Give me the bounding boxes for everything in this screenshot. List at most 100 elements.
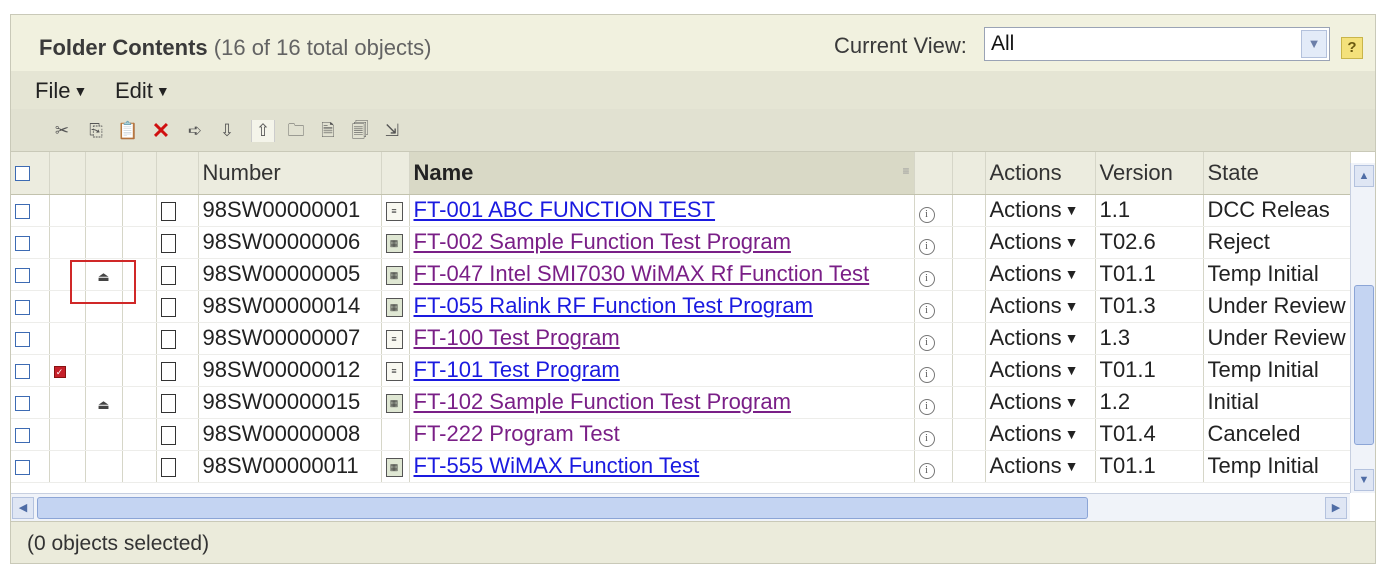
horizontal-scrollbar[interactable]: ◀ ▶ bbox=[11, 493, 1350, 521]
horizontal-scroll-thumb[interactable] bbox=[37, 497, 1088, 519]
check-out-icon[interactable]: ⇧ bbox=[251, 120, 275, 142]
cut-icon[interactable]: ✂ bbox=[51, 120, 73, 142]
status-bar: (0 objects selected) bbox=[11, 521, 1375, 563]
actions-label: Actions bbox=[989, 453, 1062, 478]
table-row: 98SW00000008 FT-222 Program Test i Actio… bbox=[11, 418, 1351, 451]
state-column-header[interactable]: State bbox=[1203, 152, 1351, 195]
actions-menu[interactable]: Actions ▼ bbox=[985, 194, 1096, 227]
row-checkbox[interactable] bbox=[15, 395, 30, 411]
current-view-value: All bbox=[991, 32, 1015, 55]
number-cell: 98SW00000014 bbox=[198, 290, 382, 323]
name-link[interactable]: FT-047 Intel SMI7030 WiMAX Rf Function T… bbox=[414, 261, 870, 286]
actions-menu[interactable]: Actions ▼ bbox=[985, 290, 1096, 323]
name-link[interactable]: FT-555 WiMAX Function Test bbox=[414, 453, 700, 478]
paste-icon[interactable]: 📋 bbox=[117, 120, 139, 142]
actions-menu[interactable]: Actions ▼ bbox=[985, 354, 1096, 387]
table-header-row: Number Name ≡ Actions Version State bbox=[11, 152, 1351, 195]
caret-down-icon: ▼ bbox=[155, 83, 170, 99]
name-link[interactable]: FT-102 Sample Function Test Program bbox=[414, 389, 791, 414]
image-file-icon: ▦ bbox=[385, 265, 403, 285]
new-document-from-template-icon[interactable]: 🗐 bbox=[349, 120, 371, 142]
table-row: 98SW00000011 ▦ FT-555 WiMAX Function Tes… bbox=[11, 450, 1351, 483]
info-icon[interactable]: i bbox=[918, 431, 935, 447]
name-link[interactable]: FT-222 Program Test bbox=[414, 421, 620, 446]
row-checkbox[interactable] bbox=[15, 235, 30, 251]
version-cell: T02.6 bbox=[1095, 226, 1204, 259]
scroll-left-icon[interactable]: ◀ bbox=[12, 497, 34, 519]
info-icon[interactable]: i bbox=[918, 335, 935, 351]
number-cell: 98SW00000007 bbox=[198, 322, 382, 355]
caret-down-icon: ▼ bbox=[1064, 426, 1079, 442]
actions-menu[interactable]: Actions ▼ bbox=[985, 386, 1096, 419]
info-icon[interactable]: i bbox=[918, 399, 935, 415]
header-cell bbox=[156, 152, 199, 195]
toolbar: ✂ ⎘ 📋 ✕ ➪ ⇩ ⇧ 🗀 🗎 🗐 ⇲ bbox=[11, 109, 1375, 152]
actions-label: Actions bbox=[989, 197, 1062, 222]
info-icon[interactable]: i bbox=[918, 303, 935, 319]
actions-menu[interactable]: Actions ▼ bbox=[985, 226, 1096, 259]
scroll-down-icon[interactable]: ▼ bbox=[1354, 469, 1374, 491]
actions-column-header[interactable]: Actions bbox=[985, 152, 1096, 195]
number-cell: 98SW00000006 bbox=[198, 226, 382, 259]
vertical-scroll-thumb[interactable] bbox=[1354, 285, 1374, 445]
copy-icon[interactable]: ⎘ bbox=[85, 120, 107, 142]
row-checkbox[interactable] bbox=[15, 299, 30, 315]
name-column-label: Name bbox=[413, 159, 474, 185]
new-document-icon[interactable]: 🗎 bbox=[317, 120, 339, 142]
select-all-checkbox[interactable] bbox=[15, 166, 30, 182]
info-icon[interactable]: i bbox=[918, 463, 935, 479]
name-link[interactable]: FT-100 Test Program bbox=[414, 325, 620, 350]
row-checkbox[interactable] bbox=[15, 363, 30, 379]
actions-menu[interactable]: Actions ▼ bbox=[985, 258, 1096, 291]
move-icon[interactable]: ➪ bbox=[184, 120, 206, 142]
info-icon[interactable]: i bbox=[918, 367, 935, 383]
version-cell: T01.1 bbox=[1095, 354, 1204, 387]
row-checkbox[interactable] bbox=[15, 331, 30, 347]
version-cell: T01.3 bbox=[1095, 290, 1204, 323]
info-icon[interactable]: i bbox=[918, 207, 935, 223]
info-icon[interactable]: i bbox=[918, 239, 935, 255]
help-icon[interactable]: ? bbox=[1341, 37, 1363, 59]
state-cell: Under Review bbox=[1203, 290, 1351, 323]
import-icon[interactable]: ⇲ bbox=[381, 120, 403, 142]
new-folder-icon[interactable]: 🗀 bbox=[285, 120, 307, 142]
name-column-header[interactable]: Name ≡ bbox=[409, 152, 915, 195]
actions-label: Actions bbox=[989, 421, 1062, 446]
sort-icon: ≡ bbox=[902, 163, 910, 178]
actions-menu[interactable]: Actions ▼ bbox=[985, 322, 1096, 355]
number-column-header[interactable]: Number bbox=[198, 152, 382, 195]
scroll-up-icon[interactable]: ▲ bbox=[1354, 165, 1374, 187]
name-link[interactable]: FT-101 Test Program bbox=[414, 357, 620, 382]
state-cell: DCC Releas bbox=[1203, 194, 1351, 227]
info-icon[interactable]: i bbox=[918, 271, 935, 287]
current-view-select[interactable]: All ▼ bbox=[984, 27, 1330, 61]
version-cell: T01.1 bbox=[1095, 450, 1204, 483]
check-in-icon[interactable]: ⇩ bbox=[216, 120, 238, 142]
scroll-right-icon[interactable]: ▶ bbox=[1325, 497, 1347, 519]
row-checkbox[interactable] bbox=[15, 459, 30, 475]
version-column-header[interactable]: Version bbox=[1095, 152, 1204, 195]
actions-label: Actions bbox=[989, 261, 1062, 286]
file-menu[interactable]: File ▼ bbox=[35, 78, 87, 104]
edit-menu[interactable]: Edit ▼ bbox=[115, 78, 170, 104]
image-file-icon: ▦ bbox=[385, 297, 403, 317]
delete-icon[interactable]: ✕ bbox=[150, 120, 172, 142]
chevron-down-icon[interactable]: ▼ bbox=[1301, 30, 1327, 58]
row-checkbox[interactable] bbox=[15, 203, 30, 219]
name-link[interactable]: FT-001 ABC FUNCTION TEST bbox=[414, 197, 716, 222]
table-row: 98SW00000014 ▦ FT-055 Ralink RF Function… bbox=[11, 290, 1351, 323]
file-menu-label: File bbox=[35, 78, 71, 103]
caret-down-icon: ▼ bbox=[1064, 202, 1079, 218]
row-checkbox[interactable] bbox=[15, 267, 30, 283]
menu-bar: File ▼ Edit ▼ bbox=[11, 71, 1375, 109]
actions-label: Actions bbox=[989, 389, 1062, 414]
actions-menu[interactable]: Actions ▼ bbox=[985, 450, 1096, 483]
row-checkbox[interactable] bbox=[15, 427, 30, 443]
name-link[interactable]: FT-002 Sample Function Test Program bbox=[414, 229, 791, 254]
document-icon bbox=[160, 425, 176, 445]
name-link[interactable]: FT-055 Ralink RF Function Test Program bbox=[414, 293, 813, 318]
state-cell: Canceled bbox=[1203, 418, 1351, 451]
table-row: 98SW00000001 ≡ FT-001 ABC FUNCTION TEST … bbox=[11, 194, 1351, 227]
vertical-scrollbar[interactable]: ▲ ▼ bbox=[1350, 163, 1375, 493]
actions-menu[interactable]: Actions ▼ bbox=[985, 418, 1096, 451]
